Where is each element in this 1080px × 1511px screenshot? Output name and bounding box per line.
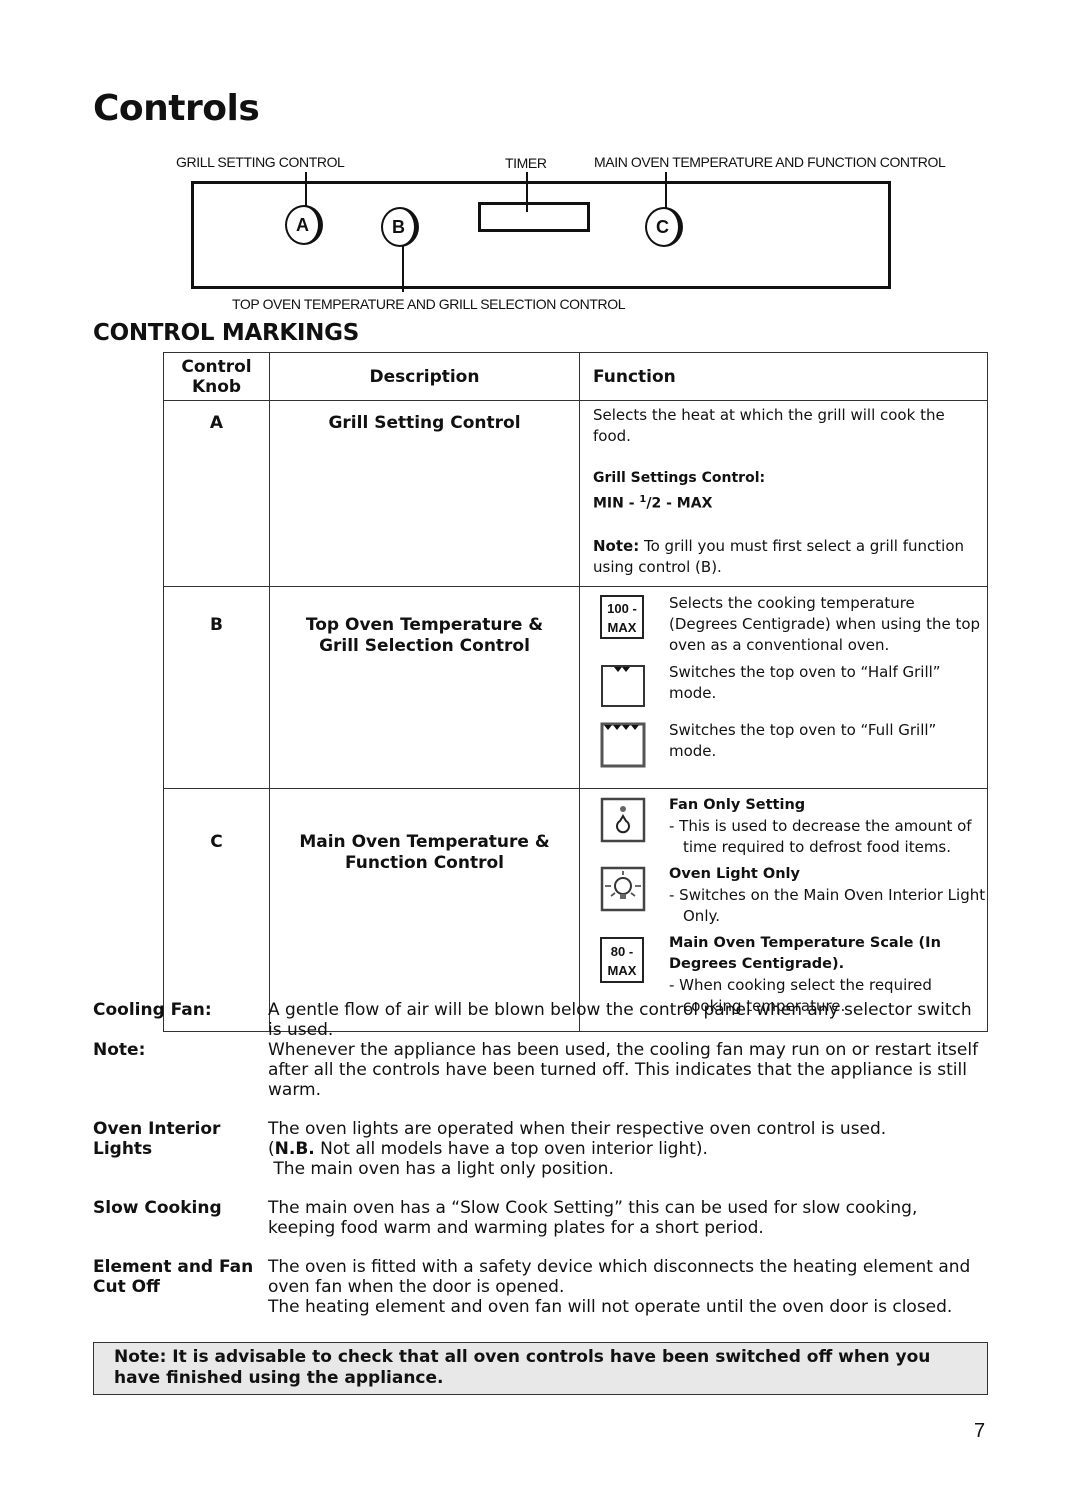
table-row: A Grill Setting Control Selects the heat… xyxy=(163,400,988,587)
note-label: Element and Fan Cut Off xyxy=(93,1257,254,1297)
item-text: Selects the cooking temperature (Degrees… xyxy=(669,593,981,654)
scale-top: 80 - xyxy=(610,943,634,959)
header-function: Function xyxy=(579,352,988,401)
note-text: To grill you must first select a grill f… xyxy=(593,536,965,576)
table-row: B Top Oven Temperature & Grill Selection… xyxy=(163,585,988,789)
function-text: Selects the heat at which the grill will… xyxy=(593,406,945,445)
page-number: 7 xyxy=(974,1420,986,1442)
list-item: Oven Light Only - Switches on the Main O… xyxy=(600,864,987,927)
label-top-oven-control: TOP OVEN TEMPERATURE AND GRILL SELECTION… xyxy=(232,296,626,312)
note-line: The heating element and oven fan will no… xyxy=(268,1297,953,1317)
list-item: Switches the top oven to “Half Grill” mo… xyxy=(600,662,987,714)
description-line: Top Oven Temperature & xyxy=(305,614,544,635)
timer-display xyxy=(478,202,590,232)
label-grill-setting-control: GRILL SETTING CONTROL xyxy=(176,154,345,170)
function-cell-a: Selects the heat at which the grill will… xyxy=(579,400,988,587)
note-cooling-fan: Cooling Fan: A gentle flow of air will b… xyxy=(93,1000,988,1040)
description-cell-c: Main Oven Temperature & Function Control xyxy=(269,787,580,1032)
description-cell-a: Grill Setting Control xyxy=(269,400,580,587)
description-cell-b: Top Oven Temperature & Grill Selection C… xyxy=(269,585,580,789)
note-slow-cooking: Slow Cooking The main oven has a “Slow C… xyxy=(93,1198,988,1238)
note-label: Note: xyxy=(93,1040,146,1060)
description-line: Main Oven Temperature & xyxy=(299,831,550,852)
note-element-fan-cut-off: Element and Fan Cut Off The oven is fitt… xyxy=(93,1257,988,1317)
note-line: The oven is fitted with a safety device … xyxy=(268,1257,971,1297)
note-text: The oven lights are operated when their … xyxy=(268,1119,988,1179)
control-markings-table: Control Knob Description Function A Gril… xyxy=(163,352,988,1032)
knob-cell-c: C xyxy=(163,787,270,1032)
table-row: C Main Oven Temperature & Function Contr… xyxy=(163,787,988,1032)
leader-line-b xyxy=(402,246,404,292)
table-header-row: Control Knob Description Function xyxy=(163,352,988,401)
grill-settings-scale: MIN - 1/2 - MAX xyxy=(593,489,987,515)
function-cell-b: 100 - MAX Selects the cooking temperature… xyxy=(579,585,988,789)
half-grill-icon xyxy=(600,664,646,714)
nb-label: N.B. xyxy=(274,1139,315,1159)
header-description: Description xyxy=(269,352,580,401)
grill-note: Note: To grill you must first select a g… xyxy=(593,536,987,578)
description-line: Function Control xyxy=(345,852,504,873)
note-text: Whenever the appliance has been used, th… xyxy=(268,1040,979,1100)
item-text: Oven Light Only - Switches on the Main O… xyxy=(669,864,987,927)
note-oven-interior-lights: Oven Interior Lights The oven lights are… xyxy=(93,1119,988,1179)
item-heading: Oven Light Only xyxy=(669,865,800,882)
item-description: - Switches on the Main Oven Interior Lig… xyxy=(669,885,986,925)
scale-bottom: MAX xyxy=(607,962,637,978)
list-item: Fan Only Setting - This is used to decre… xyxy=(600,795,987,858)
list-item: 100 - MAX Selects the cooking temperature… xyxy=(600,593,987,656)
note-line: The oven lights are operated when their … xyxy=(268,1119,887,1139)
note-label: Oven Interior Lights xyxy=(93,1119,221,1159)
note-label: Cooling Fan: xyxy=(93,1000,212,1020)
description-line: Grill Selection Control xyxy=(319,635,530,656)
warning-box: Note: It is advisable to check that all … xyxy=(93,1342,988,1395)
oven-light-icon xyxy=(600,866,646,918)
temperature-scale-icon: 100 - MAX xyxy=(600,594,646,639)
control-panel-diagram: GRILL SETTING CONTROL TIMER MAIN OVEN TE… xyxy=(0,0,1080,320)
knob-a: A xyxy=(285,205,323,245)
item-text: Switches the top oven to “Half Grill” mo… xyxy=(669,662,941,702)
scale-bottom: MAX xyxy=(607,619,637,635)
note-label: Note: xyxy=(593,536,640,555)
knob-cell-b: B xyxy=(163,585,270,789)
note-general: Note: Whenever the appliance has been us… xyxy=(93,1040,988,1100)
fan-only-icon xyxy=(600,797,646,849)
nb-text: Not all models have a top oven interior … xyxy=(314,1139,708,1159)
item-heading: Main Oven Temperature Scale (In Degrees … xyxy=(669,934,941,972)
item-description: - This is used to decrease the amount of… xyxy=(669,816,972,856)
note-line: (N.B. Not all models have a top oven int… xyxy=(268,1139,708,1159)
label-timer: TIMER xyxy=(505,155,547,171)
function-cell-c: Fan Only Setting - This is used to decre… xyxy=(579,787,988,1032)
label-main-oven-control: MAIN OVEN TEMPERATURE AND FUNCTION CONTR… xyxy=(594,154,946,170)
knob-c: C xyxy=(645,207,683,247)
full-grill-icon xyxy=(600,722,646,774)
list-item: Switches the top oven to “Full Grill” mo… xyxy=(600,720,987,774)
temperature-scale-icon: 80 - MAX xyxy=(600,936,646,983)
item-text: Switches the top oven to “Full Grill” mo… xyxy=(669,720,937,760)
note-line: The main oven has a light only position. xyxy=(268,1159,614,1179)
knob-b: B xyxy=(381,207,419,247)
note-text: A gentle flow of air will be blown below… xyxy=(268,1000,972,1040)
item-text: Fan Only Setting - This is used to decre… xyxy=(669,795,987,858)
item-heading: Fan Only Setting xyxy=(669,796,806,813)
leader-line-c xyxy=(665,172,667,210)
note-text: The oven is fitted with a safety device … xyxy=(268,1257,988,1317)
grill-settings-label: Grill Settings Control: xyxy=(593,470,766,486)
section-heading: CONTROL MARKINGS xyxy=(93,320,359,346)
scale-half-den: /2 - MAX xyxy=(646,495,713,512)
scale-top: 100 - xyxy=(607,600,637,616)
notes-section: Cooling Fan: A gentle flow of air will b… xyxy=(93,1000,988,1317)
note-text: The main oven has a “Slow Cook Setting” … xyxy=(268,1198,918,1238)
knob-cell-a: A xyxy=(163,400,270,587)
header-control-knob: Control Knob xyxy=(163,352,270,401)
note-label: Slow Cooking xyxy=(93,1198,222,1218)
scale-min: MIN - xyxy=(593,495,640,512)
